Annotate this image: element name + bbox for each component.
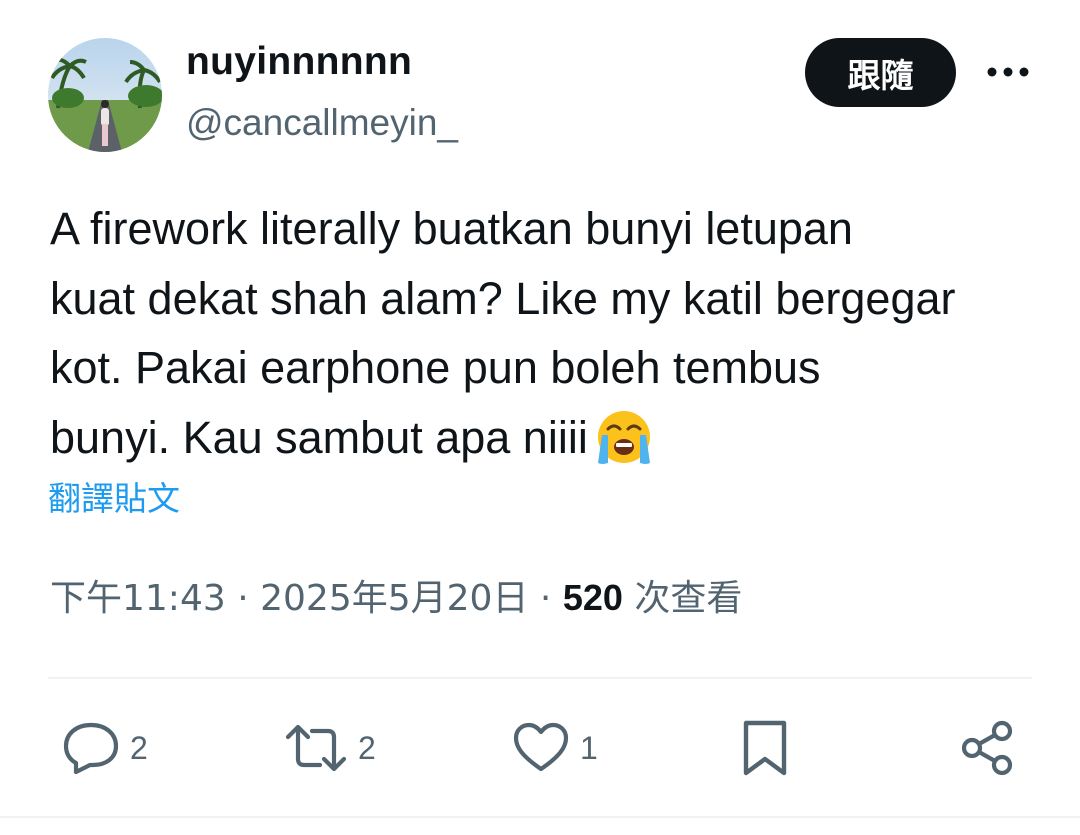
tweet-line: A firework literally buatkan bunyi letup… — [50, 203, 853, 254]
tweet-text: A firework literally buatkan bunyi letup… — [50, 194, 1050, 486]
user-handle[interactable]: @cancallmeyin_ — [186, 104, 458, 141]
tweet-date[interactable]: 2025年5月20日 — [260, 578, 528, 619]
repost-icon — [285, 724, 347, 772]
separator: · — [539, 578, 552, 619]
views-count: 520 — [562, 577, 623, 618]
share-button[interactable] — [958, 720, 1016, 776]
reply-icon — [63, 722, 119, 775]
tweet-line: kot. Pakai earphone pun boleh tembus — [50, 342, 821, 393]
bookmark-button[interactable] — [740, 720, 790, 776]
heart-icon — [513, 722, 569, 772]
avatar-image — [48, 38, 162, 152]
tweet-meta: 下午11:43 · 2025年5月20日 · 520 次查看 — [50, 580, 742, 617]
tweet-line: kuat dekat shah alam? Like my katil berg… — [50, 272, 956, 324]
display-name[interactable]: nuyinnnnnn — [186, 42, 412, 81]
tweet-time[interactable]: 下午11:43 — [50, 578, 226, 619]
follow-button[interactable]: 跟隨 — [805, 38, 956, 107]
like-count: 1 — [580, 729, 598, 766]
bookmark-icon — [743, 720, 787, 776]
reply-button[interactable]: 2 — [62, 720, 148, 776]
repost-count: 2 — [358, 729, 376, 766]
share-icon — [961, 720, 1013, 776]
reply-count: 2 — [130, 729, 148, 766]
divider — [0, 816, 1080, 818]
divider — [48, 677, 1032, 679]
tweet-line-last: bunyi. Kau sambut apa niiii — [50, 403, 1050, 487]
views-label: 次查看 — [634, 578, 743, 619]
repost-button[interactable]: 2 — [284, 720, 376, 776]
avatar[interactable] — [48, 38, 162, 152]
more-icon[interactable] — [982, 56, 1034, 88]
separator: · — [237, 578, 249, 619]
tweet-line-text: bunyi. Kau sambut apa niiii — [50, 411, 588, 463]
translate-post-link[interactable]: 翻譯貼文 — [48, 482, 180, 515]
loudly-crying-face-icon — [594, 409, 654, 487]
like-button[interactable]: 1 — [512, 720, 598, 776]
